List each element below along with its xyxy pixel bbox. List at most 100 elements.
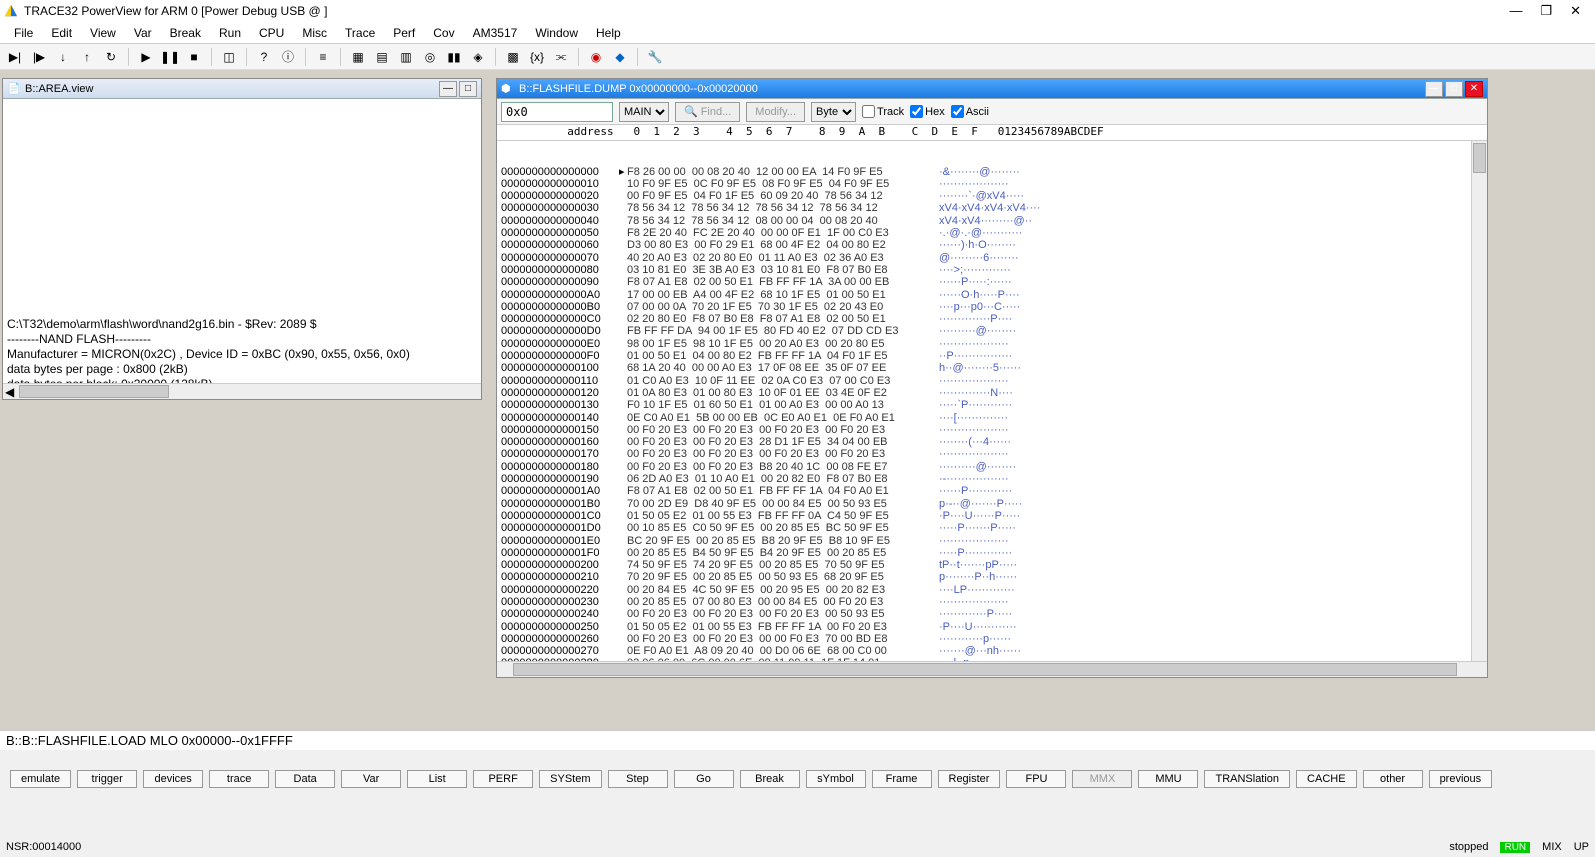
track-checkbox[interactable]: Track <box>862 105 904 118</box>
btn-previous[interactable]: previous <box>1429 770 1493 788</box>
dump-min-button[interactable]: — <box>1425 81 1443 97</box>
dump-row[interactable]: 0000000000000260 00 F0 20 E3 00 F0 20 E3… <box>501 633 1483 645</box>
step-over-icon[interactable]: ▶| <box>6 48 24 66</box>
grid3-icon[interactable]: ▥ <box>397 48 415 66</box>
menu-misc[interactable]: Misc <box>294 24 335 42</box>
menu-break[interactable]: Break <box>162 24 209 42</box>
area-view-title-bar[interactable]: 📄 B::AREA.view — □ <box>3 79 481 99</box>
btn-emulate[interactable]: emulate <box>10 770 71 788</box>
dump-row[interactable]: 0000000000000170 00 F0 20 E3 00 F0 20 E3… <box>501 448 1483 460</box>
minimize-button[interactable]: — <box>1509 3 1522 19</box>
btn-other[interactable]: other <box>1363 770 1423 788</box>
up-icon[interactable]: ↑ <box>78 48 96 66</box>
run-icon[interactable]: ▶ <box>137 48 155 66</box>
btn-translation[interactable]: TRANSlation <box>1204 770 1290 788</box>
list-icon[interactable]: ≡ <box>314 48 332 66</box>
dump-row[interactable]: 0000000000000250 01 50 05 E2 01 00 55 E3… <box>501 621 1483 633</box>
btn-data[interactable]: Data <box>275 770 335 788</box>
command-line[interactable]: B::B::FLASHFILE.LOAD MLO 0x00000--0x1FFF… <box>0 730 1595 750</box>
dump-width-select[interactable]: Byte <box>811 102 856 122</box>
btn-step[interactable]: Step <box>608 770 668 788</box>
hex-checkbox[interactable]: Hex <box>910 105 945 118</box>
dump-row[interactable]: 0000000000000010 10 F0 9F E5 0C F0 9F E5… <box>501 178 1483 190</box>
btn-list[interactable]: List <box>407 770 467 788</box>
maximize-button[interactable]: ❐ <box>1540 3 1552 19</box>
menu-var[interactable]: Var <box>126 24 160 42</box>
dump-row[interactable]: 0000000000000220 00 20 84 E5 4C 50 9F E5… <box>501 584 1483 596</box>
menu-window[interactable]: Window <box>527 24 586 42</box>
menu-am3517[interactable]: AM3517 <box>465 24 526 42</box>
dump-mode-select[interactable]: MAIN <box>619 102 669 122</box>
target-icon[interactable]: ◎ <box>421 48 439 66</box>
btn-frame[interactable]: Frame <box>872 770 932 788</box>
find-button[interactable]: 🔍 Find... <box>675 102 740 122</box>
dump-row[interactable]: 0000000000000240 00 F0 20 E3 00 F0 20 E3… <box>501 608 1483 620</box>
dump-row[interactable]: 00000000000001E0 BC 20 9F E5 00 20 85 E5… <box>501 535 1483 547</box>
dump-row[interactable]: 00000000000001D0 00 10 85 E5 C0 50 9F E5… <box>501 522 1483 534</box>
dump-row[interactable]: 0000000000000050 F8 2E 20 40 FC 2E 20 40… <box>501 227 1483 239</box>
dump-row[interactable]: 00000000000001B0 70 00 2D E9 D8 40 9F E5… <box>501 498 1483 510</box>
menu-cpu[interactable]: CPU <box>251 24 292 42</box>
btn-fpu[interactable]: FPU <box>1006 770 1066 788</box>
dump-row[interactable]: 00000000000000E0 98 00 1F E5 98 10 1F E5… <box>501 338 1483 350</box>
menu-trace[interactable]: Trace <box>337 24 383 42</box>
dump-row[interactable]: 0000000000000080 03 10 81 E0 3E 3B A0 E3… <box>501 264 1483 276</box>
area-min-button[interactable]: — <box>439 81 457 97</box>
dump-title-bar[interactable]: ⬢ B::FLASHFILE.DUMP 0x00000000--0x000200… <box>497 79 1487 99</box>
stop-icon[interactable]: ■ <box>185 48 203 66</box>
dump-row[interactable]: 0000000000000070 40 20 A0 E3 02 20 80 E0… <box>501 252 1483 264</box>
dump-row[interactable]: 0000000000000020 00 F0 9F E5 04 F0 1F E5… <box>501 190 1483 202</box>
btn-perf[interactable]: PERF <box>473 770 533 788</box>
dump-row[interactable]: 00000000000001C0 01 50 05 E2 01 00 55 E3… <box>501 510 1483 522</box>
dump-row[interactable]: 0000000000000130 F0 10 1F E5 01 60 50 E1… <box>501 399 1483 411</box>
dump-v-scroll[interactable] <box>1471 141 1487 661</box>
dump-row[interactable]: 0000000000000150 00 F0 20 E3 00 F0 20 E3… <box>501 424 1483 436</box>
menu-edit[interactable]: Edit <box>43 24 80 42</box>
block-icon[interactable]: ▩ <box>504 48 522 66</box>
cube-red-icon[interactable]: ◉ <box>587 48 605 66</box>
link-icon[interactable]: ⫘ <box>552 48 570 66</box>
dump-body[interactable]: 0000000000000000▸F8 26 00 00 00 08 20 40… <box>497 141 1487 661</box>
help2-icon[interactable]: ⓘ <box>279 48 297 66</box>
dump-row[interactable]: 0000000000000040 78 56 34 12 78 56 34 12… <box>501 215 1483 227</box>
dump-row[interactable]: 0000000000000210 70 20 9F E5 00 20 85 E5… <box>501 571 1483 583</box>
dump-row[interactable]: 00000000000001A0 F8 07 A1 E8 02 00 50 E1… <box>501 485 1483 497</box>
cube-blue-icon[interactable]: ◆ <box>611 48 629 66</box>
modify-button[interactable]: Modify... <box>746 102 805 122</box>
close-button[interactable]: ✕ <box>1570 3 1581 19</box>
dump-row[interactable]: 0000000000000110 01 C0 A0 E3 10 0F 11 EE… <box>501 375 1483 387</box>
dump-row[interactable]: 0000000000000190 06 2D A0 E3 01 10 A0 E1… <box>501 473 1483 485</box>
pause-icon[interactable]: ❚❚ <box>161 48 179 66</box>
area-view-body[interactable]: C:\T32\demo\arm\flash\word\nand2g16.bin … <box>3 99 481 399</box>
dump-close-button[interactable]: ✕ <box>1465 81 1483 97</box>
dump-row[interactable]: 0000000000000090 F8 07 A1 E8 02 00 50 E1… <box>501 276 1483 288</box>
menu-view[interactable]: View <box>82 24 124 42</box>
btn-system[interactable]: SYStem <box>539 770 601 788</box>
dump-h-scroll[interactable] <box>497 661 1487 677</box>
grid2-icon[interactable]: ▤ <box>373 48 391 66</box>
btn-mmx[interactable]: MMX <box>1072 770 1132 788</box>
tag-icon[interactable]: ◈ <box>469 48 487 66</box>
dump-row[interactable]: 0000000000000030 78 56 34 12 78 56 34 12… <box>501 202 1483 214</box>
area-max-button[interactable]: □ <box>459 81 477 97</box>
cycle-icon[interactable]: ↻ <box>102 48 120 66</box>
chart-icon[interactable]: ◫ <box>220 48 238 66</box>
down-icon[interactable]: ↓ <box>54 48 72 66</box>
dump-address-input[interactable] <box>501 102 613 122</box>
dump-row[interactable]: 00000000000000B0 07 00 00 0A 70 20 1F E5… <box>501 301 1483 313</box>
dump-row[interactable]: 0000000000000200 74 50 9F E5 74 20 9F E5… <box>501 559 1483 571</box>
menu-file[interactable]: File <box>6 24 41 42</box>
btn-trigger[interactable]: trigger <box>77 770 137 788</box>
btn-var[interactable]: Var <box>341 770 401 788</box>
step-icon[interactable]: |▶ <box>30 48 48 66</box>
help-icon[interactable]: ? <box>255 48 273 66</box>
dump-row[interactable]: 00000000000000D0 FB FF FF DA 94 00 1F E5… <box>501 325 1483 337</box>
dump-row[interactable]: 0000000000000000▸F8 26 00 00 00 08 20 40… <box>501 166 1483 178</box>
menu-perf[interactable]: Perf <box>385 24 423 42</box>
dump-row[interactable]: 0000000000000270 0E F0 A0 E1 A8 09 20 40… <box>501 645 1483 657</box>
menu-run[interactable]: Run <box>211 24 249 42</box>
dump-max-button[interactable]: □ <box>1445 81 1463 97</box>
dump-row[interactable]: 0000000000000140 0E C0 A0 E1 5B 00 00 EB… <box>501 412 1483 424</box>
var-icon[interactable]: {x} <box>528 48 546 66</box>
dump-row[interactable]: 0000000000000100 68 1A 20 40 00 00 A0 E3… <box>501 362 1483 374</box>
